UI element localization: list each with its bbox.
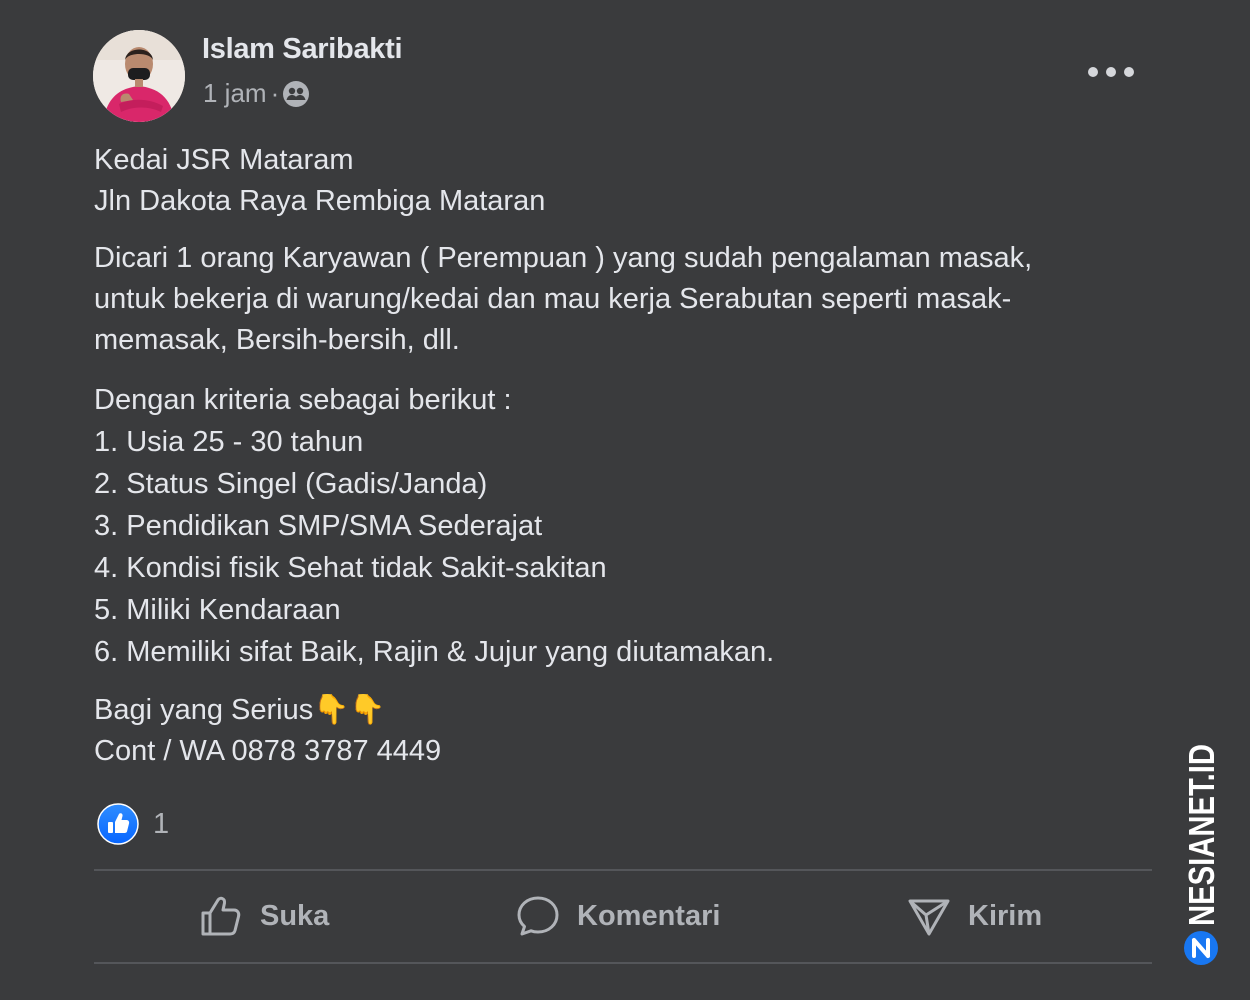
criteria-heading: Dengan kriteria sebagai berikut : (94, 384, 512, 416)
criteria-item: 2. Status Singel (Gadis/Janda) (94, 468, 488, 500)
paragraph-criteria: Dengan kriteria sebagai berikut : 1. Usi… (94, 380, 774, 674)
comment-button[interactable]: Komentari (515, 872, 720, 960)
facebook-post: Islam Saribakti 1 jam · Kedai JSR Matara… (0, 0, 1250, 1000)
friends-icon[interactable] (282, 80, 310, 108)
send-button[interactable]: Kirim (906, 872, 1042, 960)
comment-label: Komentari (577, 899, 721, 932)
criteria-item: 4. Kondisi fisik Sehat tidak Sakit-sakit… (94, 552, 607, 584)
comment-bubble-icon (517, 896, 559, 936)
post-meta: 1 jam · (203, 78, 310, 109)
thumbs-up-icon (201, 896, 241, 936)
more-options-button[interactable] (1088, 58, 1134, 86)
send-label: Kirim (968, 899, 1043, 932)
author-name[interactable]: Islam Saribakti (202, 33, 403, 66)
divider (94, 869, 1152, 871)
like-button[interactable]: Suka (198, 872, 329, 960)
content-line: Jln Dakota Raya Rembiga Mataran (94, 185, 546, 217)
send-arrow-icon (908, 899, 950, 936)
avatar[interactable] (93, 30, 185, 122)
post-time[interactable]: 1 jam (203, 78, 267, 109)
criteria-item: 6. Memiliki sifat Baik, Rajin & Jujur ya… (94, 636, 775, 668)
avatar-image (93, 30, 185, 122)
action-bar: Suka Komentari Kirim (94, 872, 1152, 960)
watermark-text: NESIANET.ID (1181, 744, 1222, 926)
like-reaction-icon (97, 803, 139, 845)
content-line: memasak, Bersih-bersih, dll. (94, 324, 460, 356)
reaction-count: 1 (153, 807, 170, 840)
more-dot (1088, 67, 1098, 77)
criteria-item: 1. Usia 25 - 30 tahun (94, 426, 364, 458)
reactions-summary[interactable]: 1 (97, 803, 169, 845)
paragraph-contact: Bagi yang Serius👇👇 Cont / WA 0878 3787 4… (94, 690, 441, 772)
criteria-item: 3. Pendidikan SMP/SMA Sederajat (94, 510, 543, 542)
criteria-item: 5. Miliki Kendaraan (94, 594, 341, 626)
contact-line: Cont / WA 0878 3787 4449 (94, 735, 442, 767)
more-dot (1106, 67, 1116, 77)
meta-separator: · (270, 78, 280, 108)
watermark-logo: NESIANET.ID (1168, 740, 1234, 968)
more-dot (1124, 67, 1134, 77)
content-line: Dicari 1 orang Karyawan ( Perempuan ) ya… (94, 242, 1033, 274)
content-line: untuk bekerja di warung/kedai dan mau ke… (94, 283, 1012, 315)
content-line: Bagi yang Serius👇👇 (94, 694, 386, 726)
paragraph-description: Dicari 1 orang Karyawan ( Perempuan ) ya… (94, 238, 1124, 361)
divider (94, 962, 1152, 964)
content-line: Kedai JSR Mataram (94, 144, 354, 176)
like-label: Suka (260, 899, 330, 932)
paragraph-location: Kedai JSR Mataram Jln Dakota Raya Rembig… (94, 140, 545, 222)
